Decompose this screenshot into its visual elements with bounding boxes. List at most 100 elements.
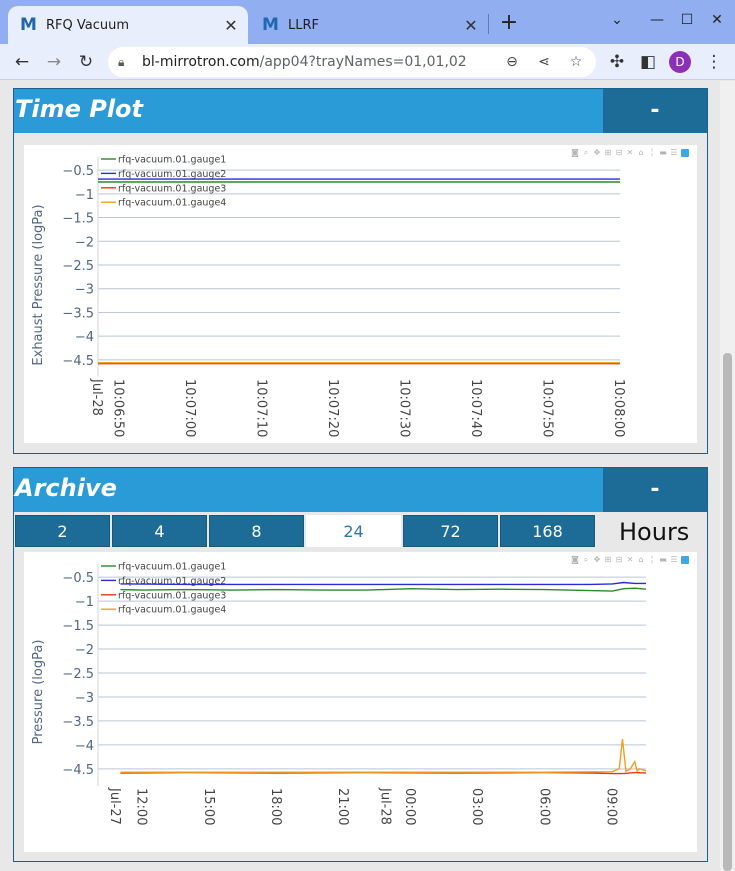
y-axis-title: Pressure (logPa) bbox=[31, 640, 46, 745]
zoom-icon[interactable]: ⌕ bbox=[582, 556, 590, 564]
x-tick-label: Jul-28 bbox=[89, 378, 104, 416]
hover-compare-icon[interactable]: ☰ bbox=[670, 556, 678, 564]
window-close-icon[interactable]: ✕ bbox=[705, 8, 729, 32]
mirrotron-logo-icon: M bbox=[20, 15, 37, 35]
y-axis-title: Exhaust Pressure (logPa) bbox=[31, 204, 46, 365]
profile-avatar[interactable]: D bbox=[669, 51, 691, 73]
x-tick-label: 21:00 bbox=[335, 788, 350, 825]
reset-axes-icon[interactable]: ⌂ bbox=[637, 149, 645, 157]
minimize-icon[interactable]: — bbox=[645, 8, 669, 32]
forward-arrow-icon[interactable]: → bbox=[40, 48, 68, 76]
camera-icon[interactable]: ◙ bbox=[571, 149, 579, 157]
legend-item[interactable]: rfq-vacuum.01.gauge3 bbox=[118, 183, 226, 194]
x-tick-label: 10:07:10 bbox=[253, 379, 268, 437]
side-panel-icon[interactable]: ◧ bbox=[634, 48, 662, 76]
spike-lines-icon[interactable]: ╎ bbox=[648, 149, 656, 157]
tab-rfq-vacuum[interactable]: M RFQ Vacuum ✕ bbox=[8, 6, 248, 44]
pan-icon[interactable]: ✥ bbox=[593, 556, 601, 564]
mirrotron-logo-icon: M bbox=[262, 15, 279, 35]
archive-collapse-button[interactable]: - bbox=[603, 468, 707, 512]
autoscale-icon[interactable]: ✕ bbox=[626, 149, 634, 157]
hours-button-2[interactable]: 2 bbox=[15, 515, 110, 547]
reload-icon[interactable]: ↻ bbox=[72, 48, 100, 76]
y-tick-label: −1 bbox=[75, 188, 94, 203]
share-icon[interactable]: ⋖ bbox=[530, 48, 558, 76]
time-plot-svg: −0.5 −1 −1.5 −2 −2.5 −3 −3.5 −4 −4.5 Jul-28 10:06:… bbox=[31, 155, 626, 438]
x-tick-label: 10:07:40 bbox=[468, 379, 483, 437]
time-plot-chart[interactable]: ◙ ⌕ ✥ ⊞ ⊟ ✕ ⌂ ╎ ▬ ☰ −0.5 −1 −1.5 −2 −2.5 −3 −3… bbox=[24, 145, 697, 443]
hours-button-72[interactable]: 72 bbox=[403, 515, 498, 547]
zoom-icon[interactable]: ⊖ bbox=[498, 48, 526, 76]
plot-modebar: ◙ ⌕ ✥ ⊞ ⊟ ✕ ⌂ ╎ ▬ ☰ bbox=[571, 556, 689, 566]
zoom-out-icon[interactable]: ⊟ bbox=[615, 556, 623, 564]
x-tick-label: 00:00 bbox=[402, 788, 417, 825]
x-tick-label: 18:00 bbox=[268, 788, 283, 825]
maximize-icon[interactable]: ☐ bbox=[675, 8, 699, 32]
new-tab-button[interactable]: + bbox=[498, 10, 520, 36]
page-scrollbar[interactable] bbox=[720, 81, 735, 871]
archive-panel: Archive - 2 4 8 24 72 168 Hours ◙ ⌕ ✥ ⊞ … bbox=[13, 467, 708, 862]
zoom-in-icon[interactable]: ⊞ bbox=[604, 149, 612, 157]
hours-button-168[interactable]: 168 bbox=[500, 515, 595, 547]
time-plot-title: Time Plot bbox=[15, 95, 144, 123]
x-tick-label: Jul-27 bbox=[107, 787, 122, 825]
legend-item[interactable]: rfq-vacuum.01.gauge2 bbox=[118, 169, 226, 180]
x-tick-label: 10:07:30 bbox=[396, 379, 411, 437]
plotly-logo-icon[interactable] bbox=[681, 556, 689, 564]
archive-chart[interactable]: ◙ ⌕ ✥ ⊞ ⊟ ✕ ⌂ ╎ ▬ ☰ −0.5 −1 −1.5 −2 −2.5 −3 −3… bbox=[24, 552, 697, 852]
tab-search-icon[interactable]: ⌄ bbox=[605, 8, 629, 32]
x-tick-label: 10:06:50 bbox=[110, 379, 125, 437]
x-tick-label: 10:08:00 bbox=[611, 379, 626, 437]
hours-button-24[interactable]: 24 bbox=[306, 515, 401, 547]
menu-kebab-icon[interactable]: ⋮ bbox=[700, 48, 728, 76]
x-tick-label: 09:00 bbox=[603, 788, 618, 825]
y-tick-label: −1.5 bbox=[62, 212, 94, 227]
y-tick-label: −2 bbox=[75, 235, 94, 250]
close-icon[interactable]: ✕ bbox=[460, 16, 482, 35]
extensions-puzzle-icon[interactable]: ✣ bbox=[603, 48, 631, 76]
pan-icon[interactable]: ✥ bbox=[593, 149, 601, 157]
hours-button-4[interactable]: 4 bbox=[112, 515, 207, 547]
hours-button-8[interactable]: 8 bbox=[209, 515, 304, 547]
zoom-icon[interactable]: ⌕ bbox=[582, 149, 590, 157]
hours-label: Hours bbox=[619, 518, 690, 546]
legend-item[interactable]: rfq-vacuum.01.gauge1 bbox=[118, 562, 226, 573]
hover-closest-icon[interactable]: ▬ bbox=[659, 149, 667, 157]
archive-header: Archive - bbox=[14, 468, 707, 512]
zoom-out-icon[interactable]: ⊟ bbox=[615, 149, 623, 157]
x-tick-label: 12:00 bbox=[134, 788, 149, 825]
time-plot-header: Time Plot - bbox=[14, 89, 707, 133]
reset-axes-icon[interactable]: ⌂ bbox=[637, 556, 645, 564]
autoscale-icon[interactable]: ✕ bbox=[626, 556, 634, 564]
spike-lines-icon[interactable]: ╎ bbox=[648, 556, 656, 564]
legend-item[interactable]: rfq-vacuum.01.gauge2 bbox=[118, 576, 226, 587]
legend-item[interactable]: rfq-vacuum.01.gauge1 bbox=[118, 155, 226, 166]
tab-title: LLRF bbox=[288, 17, 319, 33]
x-tick-label: 10:07:00 bbox=[182, 379, 197, 437]
zoom-in-icon[interactable]: ⊞ bbox=[604, 556, 612, 564]
x-tick-label: 06:00 bbox=[536, 788, 551, 825]
page-content: Time Plot - ◙ ⌕ ✥ ⊞ ⊟ ✕ ⌂ ╎ ▬ ☰ −0.5 −1 −1… bbox=[0, 81, 735, 871]
url-text: bl-mirrotron.com/app04?trayNames=01,01,0… bbox=[142, 54, 467, 70]
legend-item[interactable]: rfq-vacuum.01.gauge4 bbox=[118, 605, 226, 616]
camera-icon[interactable]: ◙ bbox=[571, 556, 579, 564]
y-tick-label: −2.5 bbox=[62, 259, 94, 274]
back-arrow-icon[interactable]: ← bbox=[8, 48, 36, 76]
legend-item[interactable]: rfq-vacuum.01.gauge4 bbox=[118, 198, 226, 209]
y-tick-label: −4.5 bbox=[62, 354, 94, 369]
tab-llrf[interactable]: M LLRF ✕ bbox=[250, 6, 488, 44]
close-icon[interactable]: ✕ bbox=[220, 16, 242, 35]
bookmark-star-icon[interactable]: ☆ bbox=[562, 48, 590, 76]
scrollbar-thumb[interactable] bbox=[723, 353, 732, 871]
y-tick-label: −3 bbox=[75, 283, 94, 298]
archive-title: Archive bbox=[15, 474, 117, 502]
x-tick-label: 15:00 bbox=[201, 788, 216, 825]
address-bar[interactable]: 🔒︎ bl-mirrotron.com/app04?trayNames=01,0… bbox=[108, 47, 596, 77]
hover-closest-icon[interactable]: ▬ bbox=[659, 556, 667, 564]
time-plot-collapse-button[interactable]: - bbox=[603, 89, 707, 133]
plotly-logo-icon[interactable] bbox=[681, 149, 689, 157]
y-tick-label: −4.5 bbox=[62, 763, 94, 778]
legend-item[interactable]: rfq-vacuum.01.gauge3 bbox=[118, 590, 226, 601]
browser-toolbar: ← → ↻ 🔒︎ bl-mirrotron.com/app04?trayName… bbox=[0, 44, 735, 80]
hover-compare-icon[interactable]: ☰ bbox=[670, 149, 678, 157]
